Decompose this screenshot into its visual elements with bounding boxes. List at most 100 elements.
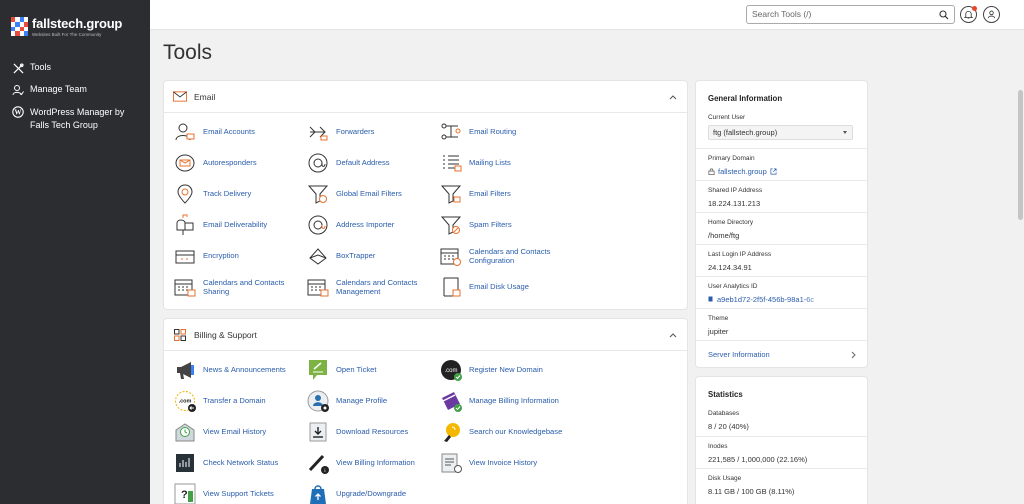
home-directory-label: Home Directory bbox=[708, 219, 754, 226]
svg-text:W: W bbox=[15, 109, 22, 117]
tool-label: View Support Tickets bbox=[203, 489, 274, 499]
search-icon[interactable] bbox=[939, 10, 949, 22]
brand-tagline: Websites Built For The Community bbox=[32, 32, 102, 37]
shared-ip-row: Shared IP Address 18.224.131.213 bbox=[696, 180, 868, 212]
tool-manage-profile[interactable]: Manage Profile bbox=[307, 390, 434, 412]
svg-text:?: ? bbox=[181, 489, 188, 501]
tool-forwarders[interactable]: Forwarders bbox=[307, 121, 434, 143]
primary-domain-row: Primary Domain fallstech.group bbox=[696, 148, 868, 180]
server-information-label: Server Information bbox=[708, 350, 770, 359]
email-section-title: Email bbox=[194, 91, 216, 102]
tool-label: Open Ticket bbox=[336, 365, 377, 375]
tool-upgrade-downgrade[interactable]: Upgrade/Downgrade bbox=[307, 483, 434, 504]
grid-icon bbox=[173, 328, 187, 342]
default-address-icon bbox=[307, 152, 329, 174]
tool-label: Upgrade/Downgrade bbox=[336, 489, 407, 499]
tool-label: Email Routing bbox=[469, 127, 517, 137]
tool-email-accounts[interactable]: Email Accounts bbox=[174, 121, 301, 143]
tool-default-address[interactable]: Default Address bbox=[307, 152, 434, 174]
tool-manage-billing-information[interactable]: Manage Billing Information bbox=[440, 390, 567, 412]
notifications-button[interactable] bbox=[960, 6, 977, 23]
theme-row: Theme jupiter bbox=[696, 308, 868, 340]
primary-domain-value: fallstech.group bbox=[718, 167, 767, 176]
primary-domain-link[interactable]: fallstech.group bbox=[708, 167, 868, 176]
tool-boxtrapper[interactable]: BoxTrapper bbox=[307, 245, 434, 267]
copy-icon bbox=[708, 296, 713, 302]
user-menu-button[interactable] bbox=[983, 6, 1000, 23]
tool-email-filters[interactable]: Email Filters bbox=[440, 183, 567, 205]
brand-name: fallstech.group bbox=[32, 16, 123, 31]
tool-transfer-a-domain[interactable]: .com Transfer a Domain bbox=[174, 390, 301, 412]
network-status-icon bbox=[174, 452, 196, 474]
home-directory-row: Home Directory /home/ftg bbox=[696, 212, 868, 244]
tool-label: Global Email Filters bbox=[336, 189, 402, 199]
tool-calendars-and-contacts-management[interactable]: Calendars and Contacts Management bbox=[307, 276, 434, 298]
tool-email-disk-usage[interactable]: Email Disk Usage bbox=[440, 276, 567, 298]
disk-usage-label: Disk Usage bbox=[708, 475, 742, 482]
email-section-header[interactable]: Email bbox=[164, 81, 687, 113]
shared-ip-value: 18.224.131.213 bbox=[708, 199, 761, 208]
mailbox-icon bbox=[174, 214, 196, 236]
server-information-link[interactable]: Server Information bbox=[696, 340, 868, 368]
user-analytics-label: User Analytics ID bbox=[708, 283, 758, 290]
theme-value: jupiter bbox=[708, 327, 729, 336]
brand[interactable]: fallstech.group Websites Built For The C… bbox=[11, 17, 122, 37]
tool-autoresponders[interactable]: Autoresponders bbox=[174, 152, 301, 174]
tool-view-invoice-history[interactable]: View Invoice History bbox=[440, 452, 567, 474]
inodes-row: Inodes 221,585 / 1,000,000 (22.16%) bbox=[696, 436, 868, 468]
top-bar bbox=[150, 0, 1024, 30]
envelope-icon bbox=[173, 90, 187, 104]
user-analytics-row: User Analytics ID a9eb1d72-2f5f-456b-98a… bbox=[696, 276, 868, 308]
primary-domain-label: Primary Domain bbox=[708, 155, 755, 162]
tool-email-deliverability[interactable]: Email Deliverability bbox=[174, 214, 301, 236]
billing-section-header[interactable]: Billing & Support bbox=[164, 319, 687, 351]
svg-text:.com: .com bbox=[444, 368, 457, 374]
download-icon bbox=[307, 421, 329, 443]
boxtrapper-icon bbox=[307, 245, 329, 267]
tool-download-resources[interactable]: Download Resources bbox=[307, 421, 434, 443]
sidebar-item-manage-team[interactable]: Manage Team bbox=[0, 82, 150, 104]
tool-view-support-tickets[interactable]: ? View Support Tickets bbox=[174, 483, 301, 504]
tool-label: Manage Billing Information bbox=[469, 396, 559, 406]
sidebar-item-wordpress-manager[interactable]: W WordPress Manager by Falls Tech Group bbox=[0, 104, 150, 138]
tool-address-importer[interactable]: Address Importer bbox=[307, 214, 434, 236]
tool-label: Track Delivery bbox=[203, 189, 252, 199]
current-user-select[interactable]: ftg (fallstech.group) bbox=[708, 125, 853, 140]
tool-label: Calendars and Contacts Management bbox=[336, 277, 418, 297]
tool-register-new-domain[interactable]: .com Register New Domain bbox=[440, 359, 567, 381]
chevron-up-icon[interactable] bbox=[669, 93, 677, 102]
sidebar-item-tools[interactable]: Tools bbox=[0, 60, 150, 82]
scrollbar-thumb[interactable] bbox=[1018, 90, 1023, 220]
tool-spam-filters[interactable]: Spam Filters bbox=[440, 214, 567, 236]
sidebar-item-label: Manage Team bbox=[30, 84, 87, 94]
tool-view-billing-information[interactable]: i View Billing Information bbox=[307, 452, 434, 474]
sidebar-item-label: WordPress Manager by Falls Tech Group bbox=[30, 107, 125, 130]
tool-label: Email Deliverability bbox=[203, 220, 268, 230]
tool-email-routing[interactable]: Email Routing bbox=[440, 121, 567, 143]
tool-search-our-knowledgebase[interactable]: Search our Knowledgebase bbox=[440, 421, 567, 443]
brand-logo-icon bbox=[11, 17, 28, 36]
tool-label: View Billing Information bbox=[336, 458, 415, 468]
email-section: Email Email Accounts Forwarders Email Rout… bbox=[163, 80, 688, 310]
tool-view-email-history[interactable]: View Email History bbox=[174, 421, 301, 443]
tool-global-email-filters[interactable]: Global Email Filters bbox=[307, 183, 434, 205]
tool-check-network-status[interactable]: Check Network Status bbox=[174, 452, 301, 474]
current-user-label: Current User bbox=[708, 114, 746, 121]
tool-calendars-and-contacts-sharing[interactable]: Calendars and Contacts Sharing bbox=[174, 276, 301, 298]
tool-track-delivery[interactable]: Track Delivery bbox=[174, 183, 301, 205]
scrollbar[interactable] bbox=[1017, 30, 1024, 504]
tool-news-announcements[interactable]: News & Announcements bbox=[174, 359, 301, 381]
user-analytics-id[interactable]: a9eb1d72-2f5f-456b-98a1-6c bbox=[708, 295, 868, 304]
tool-open-ticket[interactable]: Open Ticket bbox=[307, 359, 434, 381]
chevron-up-icon[interactable] bbox=[669, 331, 677, 340]
address-importer-icon bbox=[307, 214, 329, 236]
tool-mailing-lists[interactable]: Mailing Lists bbox=[440, 152, 567, 174]
tool-encryption[interactable]: Encryption bbox=[174, 245, 301, 267]
search-box[interactable] bbox=[746, 5, 955, 24]
support-tickets-icon: ? bbox=[174, 483, 196, 504]
search-input[interactable] bbox=[752, 9, 932, 19]
billing-card-icon bbox=[440, 390, 462, 412]
disk-usage-icon bbox=[440, 276, 462, 298]
tool-calendars-and-contacts-configuration[interactable]: Calendars and Contacts Configuration bbox=[440, 245, 567, 267]
tool-label: Download Resources bbox=[336, 427, 409, 437]
